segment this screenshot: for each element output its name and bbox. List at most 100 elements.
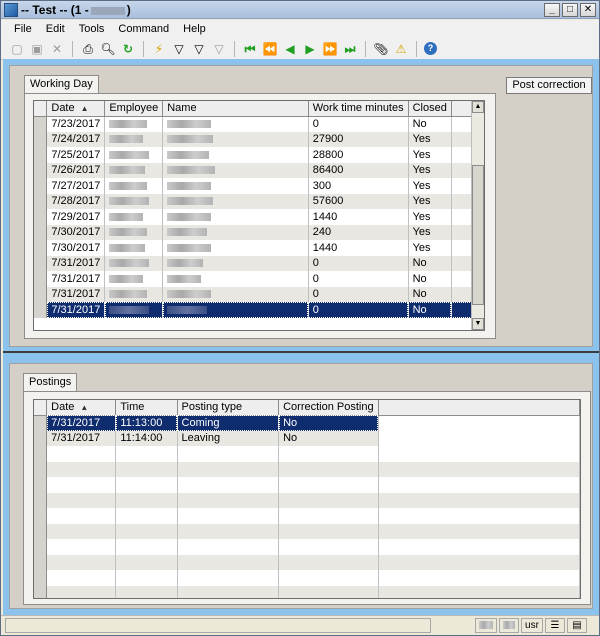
previous-page-icon[interactable]: ⏪ [262, 41, 278, 57]
column-header-work-time-minutes[interactable]: Work time minutes [308, 101, 409, 117]
menu-file[interactable]: File [13, 22, 33, 36]
cell-name[interactable] [162, 255, 309, 271]
document-handling-icon[interactable]: 📎︎ [373, 41, 389, 57]
cell-time[interactable]: 11:13:00 [115, 415, 178, 431]
column-header-name[interactable]: Name [162, 101, 309, 117]
cell-work-time-minutes[interactable]: 1440 [308, 209, 409, 225]
cell-date[interactable]: 7/31/2017 [46, 271, 106, 287]
tab-working-day[interactable]: Working Day [24, 75, 99, 93]
maximize-button[interactable]: □ [562, 3, 578, 17]
row-selector[interactable] [34, 131, 48, 147]
cell-employee[interactable] [104, 286, 164, 302]
cell-closed[interactable]: No [408, 302, 452, 318]
table-row[interactable]: 7/23/2017 0 No [34, 116, 484, 132]
last-record-icon[interactable]: ⏭ [342, 41, 358, 57]
cell-employee[interactable] [104, 193, 164, 209]
cell-work-time-minutes[interactable]: 0 [308, 271, 409, 287]
remove-filter-icon[interactable]: ▽ [211, 41, 227, 57]
cell-work-time-minutes[interactable]: 28800 [308, 147, 409, 163]
column-header-date[interactable]: Date ▲ [46, 400, 117, 416]
cell-closed[interactable]: Yes [408, 131, 452, 147]
cell-closed[interactable]: Yes [408, 178, 452, 194]
table-row[interactable]: 7/31/2017 11:13:00 Coming No [34, 415, 580, 431]
cell-correction-posting[interactable]: No [278, 430, 379, 446]
table-row[interactable]: 7/31/2017 0 No [34, 302, 484, 318]
cell-date[interactable]: 7/26/2017 [46, 162, 106, 178]
row-selector[interactable] [34, 271, 48, 287]
cell-employee[interactable] [104, 255, 164, 271]
cell-correction-posting[interactable]: No [278, 415, 379, 431]
cell-name[interactable] [162, 147, 309, 163]
cell-work-time-minutes[interactable]: 300 [308, 178, 409, 194]
cell-work-time-minutes[interactable]: 240 [308, 224, 409, 240]
cell-employee[interactable] [104, 131, 164, 147]
cell-closed[interactable]: No [408, 286, 452, 302]
cell-date[interactable]: 7/30/2017 [46, 224, 106, 240]
cell-closed[interactable]: No [408, 271, 452, 287]
post-correction-button[interactable]: Post correction [506, 77, 592, 94]
cell-date[interactable]: 7/31/2017 [46, 255, 106, 271]
previous-record-icon[interactable]: ◀ [282, 41, 298, 57]
cell-name[interactable] [162, 286, 309, 302]
new-icon[interactable]: ▢ [9, 41, 25, 57]
menu-help[interactable]: Help [182, 22, 207, 36]
column-header-employee[interactable]: Employee [104, 101, 164, 117]
table-row[interactable]: 7/29/2017 1440 Yes [34, 209, 484, 225]
cell-name[interactable] [162, 240, 309, 256]
table-row[interactable]: 7/31/2017 0 No [34, 271, 484, 287]
cell-name[interactable] [162, 224, 309, 240]
working-day-vertical-scrollbar[interactable]: ▲ ▼ [471, 101, 484, 330]
cell-closed[interactable]: Yes [408, 224, 452, 240]
column-header-posting-type[interactable]: Posting type [177, 400, 280, 416]
next-page-icon[interactable]: ⏩ [322, 41, 338, 57]
cell-name[interactable] [162, 302, 309, 318]
print-icon[interactable]: ⎙ [80, 41, 96, 57]
cell-closed[interactable]: Yes [408, 209, 452, 225]
row-selector[interactable] [34, 430, 48, 446]
cell-closed[interactable]: Yes [408, 162, 452, 178]
row-selector[interactable] [34, 286, 48, 302]
cell-work-time-minutes[interactable]: 0 [308, 302, 409, 318]
table-row[interactable]: 7/27/2017 300 Yes [34, 178, 484, 194]
cell-work-time-minutes[interactable]: 0 [308, 255, 409, 271]
filter-by-selection-icon[interactable]: ⚡ [151, 41, 167, 57]
cell-date[interactable]: 7/23/2017 [46, 116, 106, 132]
scroll-up-icon[interactable]: ▲ [472, 101, 484, 113]
row-selector[interactable] [34, 302, 48, 318]
first-record-icon[interactable]: ⏮ [242, 41, 258, 57]
cell-name[interactable] [162, 209, 309, 225]
table-row[interactable]: 7/25/2017 28800 Yes [34, 147, 484, 163]
cell-closed[interactable]: Yes [408, 193, 452, 209]
row-selector[interactable] [34, 240, 48, 256]
table-row[interactable]: 7/28/2017 57600 Yes [34, 193, 484, 209]
tab-postings[interactable]: Postings [23, 373, 78, 391]
column-header-closed[interactable]: Closed [408, 101, 452, 117]
cell-date[interactable]: 7/30/2017 [46, 240, 106, 256]
menu-edit[interactable]: Edit [45, 22, 66, 36]
cell-name[interactable] [162, 162, 309, 178]
row-selector[interactable] [34, 255, 48, 271]
scroll-thumb[interactable] [472, 165, 484, 305]
cell-employee[interactable] [104, 271, 164, 287]
menu-command[interactable]: Command [117, 22, 170, 36]
row-selector[interactable] [34, 162, 48, 178]
table-row[interactable]: 7/26/2017 86400 Yes [34, 162, 484, 178]
table-row[interactable]: 7/30/2017 1440 Yes [34, 240, 484, 256]
cell-work-time-minutes[interactable]: 57600 [308, 193, 409, 209]
cell-posting-type[interactable]: Leaving [177, 430, 280, 446]
cell-employee[interactable] [104, 147, 164, 163]
cell-work-time-minutes[interactable]: 27900 [308, 131, 409, 147]
cell-employee[interactable] [104, 240, 164, 256]
cell-employee[interactable] [104, 302, 164, 318]
cell-posting-type[interactable]: Coming [177, 415, 280, 431]
filter-by-field-icon[interactable]: ▽ [191, 41, 207, 57]
cell-closed[interactable]: Yes [408, 240, 452, 256]
cell-employee[interactable] [104, 162, 164, 178]
cell-date[interactable]: 7/31/2017 [46, 415, 117, 431]
cell-work-time-minutes[interactable]: 0 [308, 116, 409, 132]
column-header-date[interactable]: Date ▲ [46, 101, 106, 117]
close-button[interactable]: ✕ [580, 3, 596, 17]
refresh-icon[interactable]: ↻ [120, 41, 136, 57]
cell-work-time-minutes[interactable]: 1440 [308, 240, 409, 256]
cell-employee[interactable] [104, 116, 164, 132]
